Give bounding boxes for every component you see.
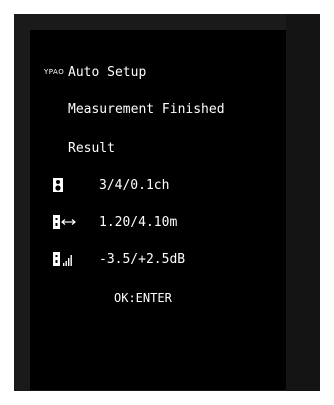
result-speaker-config: 3/4/0.1ch [99,178,170,193]
result-heading: Result [68,141,115,156]
result-level: -3.5/+2.5dB [99,252,186,267]
ypao-logo: YPAO [44,68,65,76]
speaker-icon [53,178,63,192]
screen-edge [286,14,320,391]
screen-frame: YPAO Auto Setup Measurement Finished Res… [0,0,334,405]
speaker-distance-icon [53,215,76,229]
status-message: Measurement Finished [68,102,225,117]
ok-enter-prompt[interactable]: OK:ENTER [114,290,172,306]
result-distance: 1.20/4.10m [99,215,178,230]
page-title: Auto Setup [68,65,147,80]
osd-panel [30,30,286,390]
speaker-level-icon [53,252,72,266]
